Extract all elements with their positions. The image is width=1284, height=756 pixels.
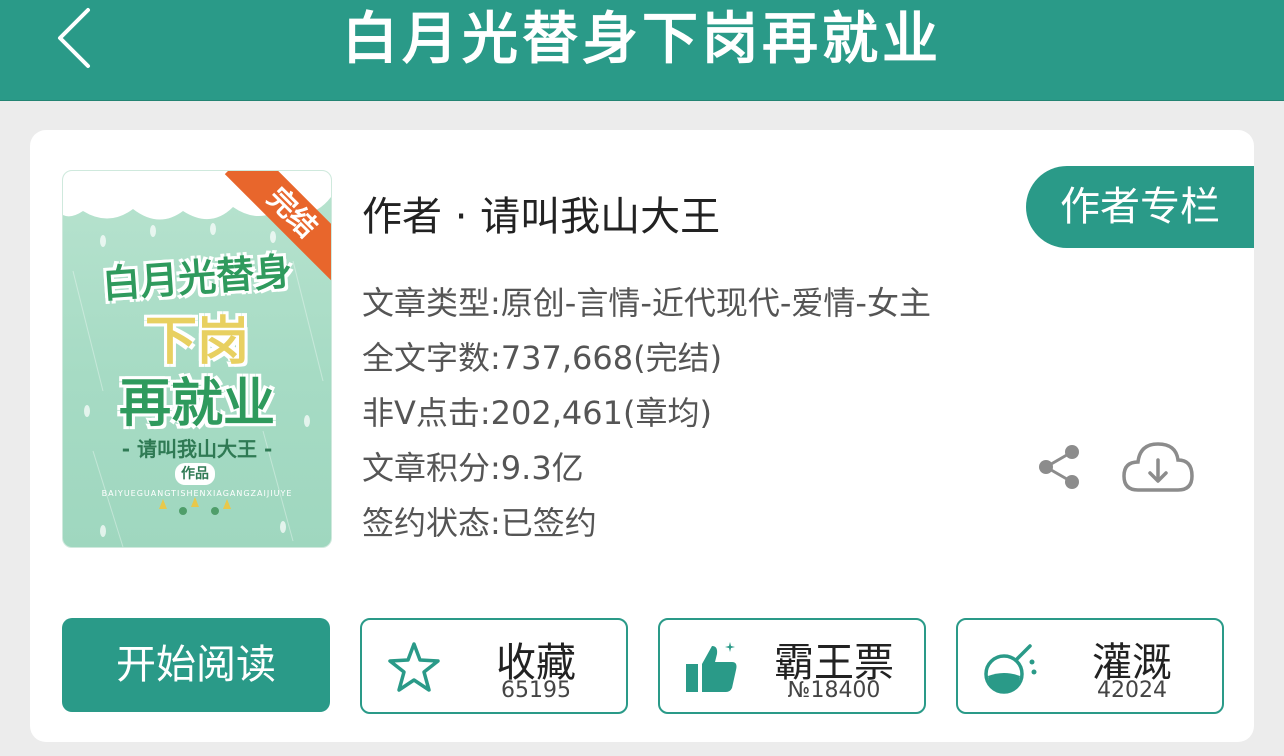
download-button[interactable] — [1120, 436, 1196, 496]
cover-pinyin: BAIYUEGUANGTISHENXIAGANGZAIJIUYE — [101, 489, 293, 498]
author-name[interactable]: 作者 · 请叫我山大王 — [362, 184, 720, 242]
start-reading-button[interactable]: 开始阅读 — [62, 618, 330, 712]
header-bar: 白月光替身下岗再就业 — [0, 0, 1284, 101]
share-button[interactable] — [1034, 442, 1084, 492]
collect-count: 65195 — [501, 678, 571, 703]
star-icon — [388, 642, 440, 692]
page-title: 白月光替身下岗再就业 — [342, 7, 942, 72]
thumbs-up-icon — [686, 642, 737, 692]
water-button[interactable]: 灌溉 42024 — [956, 618, 1224, 714]
info-type: 文章类型:原创-言情-近代现代-爱情-女主 — [362, 284, 931, 322]
flask-icon — [984, 644, 1037, 694]
author-column-button[interactable]: 作者专栏 — [1026, 166, 1254, 248]
book-info-list: 文章类型:原创-言情-近代现代-爱情-女主 全文字数:737,668(完结) 非… — [362, 276, 931, 551]
book-info-card: 完结 白月光替身 下岗 再就业 - 请叫我山大王 - 作品 BAIYUEGUAN… — [30, 130, 1254, 742]
info-clicks: 非Ⅴ点击:202,461(章均) — [362, 394, 712, 432]
cover-title-line3: 再就业 — [118, 374, 275, 434]
ticket-button[interactable]: 霸王票 №18400 — [658, 618, 926, 714]
collect-button[interactable]: 收藏 65195 — [360, 618, 628, 714]
cover-author: - 请叫我山大王 - — [121, 437, 273, 461]
cover-work-badge: 作品 — [175, 463, 215, 485]
info-sign-status: 签约状态:已签约 — [362, 504, 597, 542]
cloud-download-icon — [1122, 442, 1194, 492]
ticket-count: №18400 — [787, 678, 881, 703]
info-word-count: 全文字数:737,668(完结) — [362, 339, 723, 377]
water-count: 42024 — [1097, 678, 1167, 703]
share-icon — [1039, 445, 1079, 489]
info-score: 文章积分:9.3亿 — [362, 449, 584, 487]
book-cover[interactable]: 完结 白月光替身 下岗 再就业 - 请叫我山大王 - 作品 BAIYUEGUAN… — [62, 170, 332, 548]
